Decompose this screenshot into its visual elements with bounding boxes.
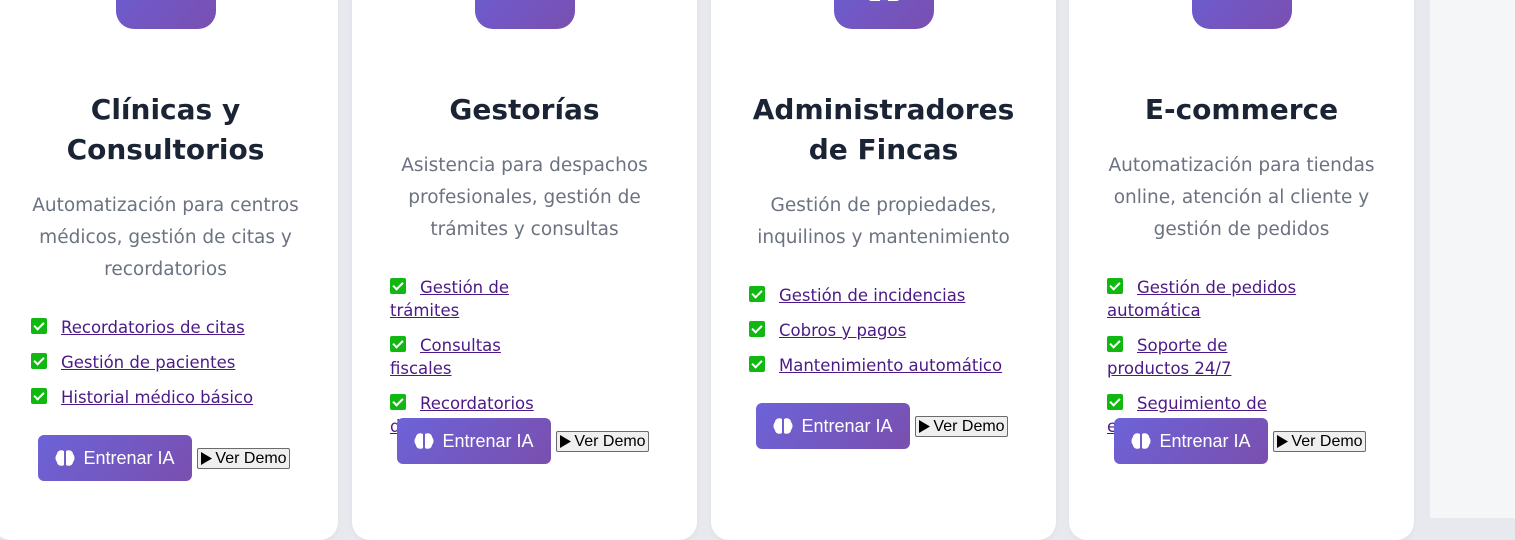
card-icon-box [115, 0, 216, 29]
view-demo-button[interactable]: Ver Demo [556, 431, 649, 452]
view-demo-button[interactable]: Ver Demo [1273, 431, 1366, 452]
card-description: Gestión de propiedades, inquilinos y man… [757, 195, 1010, 248]
card-description: Asistencia para despachos profesionales,… [401, 155, 648, 240]
check-icon [1107, 336, 1123, 352]
card-title: Clínicas y Consultorios [66, 93, 265, 166]
feature-list: Gestión de incidencias Cobros y pagos Ma… [749, 284, 1036, 389]
shopping-cart-icon [1222, 0, 1262, 1]
train-ai-button[interactable]: Entrenar IA [38, 435, 192, 481]
list-item: Gestión de incidencias [749, 284, 1036, 307]
check-icon [749, 321, 765, 337]
train-ai-button[interactable]: Entrenar IA [397, 418, 551, 464]
feature-link[interactable]: Historial médico básico [61, 388, 253, 407]
train-ai-button[interactable]: Entrenar IA [756, 403, 910, 449]
feature-link[interactable]: Cobros y pagos [779, 321, 906, 340]
list-item: Recordatorios de citas [31, 316, 318, 339]
check-icon [749, 286, 765, 302]
archive-box-icon [505, 0, 545, 1]
check-icon [749, 356, 765, 372]
card-description: Automatización para tiendas online, aten… [1108, 155, 1375, 240]
play-icon [919, 420, 931, 433]
feature-link[interactable]: Mantenimiento automático [779, 356, 1002, 375]
list-item: Gestión de pacientes [31, 351, 318, 374]
brain-icon [414, 433, 434, 449]
train-ai-button[interactable]: Entrenar IA [1114, 418, 1268, 464]
check-icon [1107, 278, 1123, 294]
list-item: Gestión de trámites [390, 276, 557, 322]
play-icon [201, 452, 213, 465]
page-background-right [1430, 0, 1515, 518]
feature-link[interactable]: Gestión de pedidos automática [1107, 278, 1296, 320]
brain-icon [1131, 433, 1151, 449]
feature-link[interactable]: Gestión de incidencias [779, 286, 965, 305]
feature-link[interactable]: Gestión de pacientes [61, 353, 235, 372]
list-item: Gestión de pedidos automática [1107, 276, 1314, 322]
list-item: Consultas fiscales [390, 334, 557, 380]
card-icon-box [1191, 0, 1292, 29]
card-icon-box [474, 0, 575, 29]
building-icon [868, 0, 899, 1]
check-icon [390, 278, 406, 294]
check-icon [390, 336, 406, 352]
check-icon [31, 353, 47, 369]
play-icon [1277, 435, 1289, 448]
feature-link[interactable]: Soporte de productos 24/7 [1107, 336, 1231, 378]
check-icon [1107, 394, 1123, 410]
card-title: Gestorías [449, 93, 600, 126]
feature-link[interactable]: Gestión de trámites [390, 278, 509, 320]
list-item: Mantenimiento automático [749, 354, 1036, 377]
card-clinicas: Clínicas y Consultorios Automatización p… [0, 0, 338, 540]
view-demo-button[interactable]: Ver Demo [197, 448, 290, 469]
brain-icon [773, 418, 793, 434]
list-item: Historial médico básico [31, 386, 318, 409]
list-item: Soporte de productos 24/7 [1107, 334, 1314, 380]
card-administradores: Administradores de Fincas Gestión de pro… [711, 0, 1056, 540]
card-title: E-commerce [1144, 93, 1339, 126]
play-icon [560, 435, 572, 448]
card-title: Administradores de Fincas [752, 93, 1015, 166]
doctor-icon [151, 0, 181, 1]
card-description: Automatización para centros médicos, ges… [32, 195, 299, 280]
card-ecommerce: E-commerce Automatización para tiendas o… [1069, 0, 1414, 540]
check-icon [390, 394, 406, 410]
feature-link[interactable]: Consultas fiscales [390, 336, 501, 378]
card-icon-box [833, 0, 934, 29]
check-icon [31, 388, 47, 404]
brain-icon [55, 450, 75, 466]
view-demo-button[interactable]: Ver Demo [915, 416, 1008, 437]
feature-link[interactable]: Recordatorios de citas [61, 318, 245, 337]
list-item: Cobros y pagos [749, 319, 1036, 342]
feature-list: Recordatorios de citas Gestión de pacien… [31, 316, 318, 421]
card-gestorias: Gestorías Asistencia para despachos prof… [352, 0, 697, 540]
check-icon [31, 318, 47, 334]
